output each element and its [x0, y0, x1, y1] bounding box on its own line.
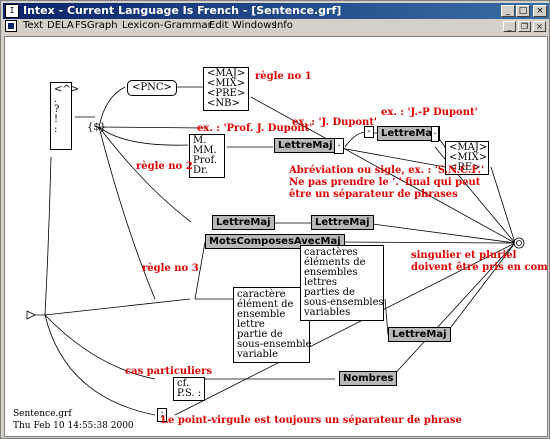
chars-singular-box[interactable]: caractère élément de ensemble lettre par… — [233, 287, 312, 363]
document-icon[interactable] — [5, 20, 17, 32]
lettremaj-box-5[interactable]: LettreMaj — [388, 327, 451, 342]
menu-lexicon-grammar[interactable]: Lexicon-Grammar — [122, 20, 212, 31]
lettremaj-box-4[interactable]: LettreMaj — [311, 215, 374, 230]
maximize-button[interactable]: □ — [516, 5, 530, 17]
cf-ps-box[interactable]: cf. P.S. : — [173, 377, 205, 401]
menu-text[interactable]: Text — [23, 20, 43, 31]
dollar-output[interactable]: {$} — [87, 123, 106, 133]
punct-line: : — [54, 124, 58, 135]
maj-line: <NB> — [207, 98, 240, 109]
menu-bar: Text DELA FSGraph Lexicon-Grammar Edit W… — [3, 19, 549, 35]
pnc-box[interactable]: <PNC> — [127, 80, 177, 96]
cas-particuliers-label: cas particuliers — [125, 366, 213, 377]
char-line: variable — [237, 349, 279, 360]
singulier-pluriel-label-line2: doivent être pris en compte — [411, 262, 548, 273]
title-line: Dr. — [193, 165, 208, 176]
hyphen-box[interactable]: - — [364, 126, 374, 138]
abbreviation-label-line3: être un séparateur de phrases — [289, 189, 458, 200]
close-button[interactable]: × — [533, 5, 547, 17]
edge-start-regle3 — [44, 298, 191, 316]
menu-info[interactable]: Info — [274, 20, 293, 31]
dot-box-2[interactable]: . — [431, 126, 439, 142]
lettremaj-box-3[interactable]: LettreMaj — [212, 215, 275, 230]
graph-canvas[interactable]: <^> . ? ! : {$} <PNC> <MAJ> <MIX> <PRE> … — [4, 36, 548, 437]
punctuation-box[interactable]: <^> . ? ! : — [50, 82, 79, 150]
abbreviation-label-line2: Ne pas prendre le '.' final qui peut — [289, 177, 481, 188]
title-bar[interactable]: I Intex - Current Language Is French - [… — [3, 3, 549, 19]
intex-app-icon[interactable]: I — [5, 4, 19, 18]
edge-dot-hyphen — [344, 131, 366, 148]
cf-line: P.S. : — [177, 388, 202, 399]
minimize-button[interactable]: _ — [501, 5, 515, 17]
regle-1-label: règle no 1 — [255, 71, 312, 82]
window-title: Intex - Current Language Is French - [Se… — [23, 4, 342, 17]
titles-box[interactable]: M. MM. Prof. Dr. — [189, 134, 225, 178]
example-jpdupont-label: ex. : 'J.-P Dupont' — [381, 107, 478, 118]
app-window: I Intex - Current Language Is French - [… — [0, 0, 550, 439]
final-state-outer — [513, 237, 525, 249]
edge-lettremaj4-final — [364, 222, 516, 244]
edge-dollar-maj — [98, 126, 206, 129]
footer-date: Thu Feb 10 14:55:38 2000 — [13, 421, 134, 431]
regle-3-label: règle no 3 — [142, 263, 199, 274]
initial-arrow — [26, 310, 36, 320]
abbreviation-label-line1: Abréviation ou sigle, ex. : 'S.N.C.F.' — [289, 165, 485, 176]
menu-windows[interactable]: Windows — [232, 20, 277, 31]
edge-dollar-titles — [98, 126, 189, 146]
menu-dela[interactable]: DELA — [47, 20, 74, 31]
nombres-box[interactable]: Nombres — [339, 371, 398, 386]
edge-dollar-pnc — [98, 86, 126, 128]
point-virgule-label: Le point-virgule est toujours un séparat… — [161, 415, 462, 426]
doc-restore-button[interactable]: ❐ — [518, 21, 531, 32]
chars-plural-box[interactable]: caractères éléments de ensembles lettres… — [300, 245, 384, 321]
dot-box-1[interactable]: . — [334, 138, 344, 154]
menu-fsgraph[interactable]: FSGraph — [75, 20, 118, 31]
edge-dollar-lettremaj3 — [98, 126, 192, 223]
edge-dot-majright — [334, 146, 446, 168]
maj-top-box[interactable]: <MAJ> <MIX> <PRE> <NB> — [203, 67, 249, 111]
footer-filename: Sentence.grf — [13, 409, 72, 419]
edge-motscomposes-final — [334, 241, 516, 244]
singulier-pluriel-label-line1: singulier et pluriel — [411, 250, 517, 261]
menu-edit[interactable]: Edit — [209, 20, 228, 31]
lettremaj-box-1[interactable]: LettreMaj — [274, 138, 337, 153]
doc-minimize-button[interactable]: _ — [503, 21, 516, 32]
edge-start-punct — [44, 156, 52, 316]
regle-2-label: règle no 2 — [136, 161, 193, 172]
char-line: variables — [304, 307, 351, 318]
doc-close-button[interactable]: × — [533, 21, 546, 32]
edge-start-semicolon — [44, 314, 156, 416]
